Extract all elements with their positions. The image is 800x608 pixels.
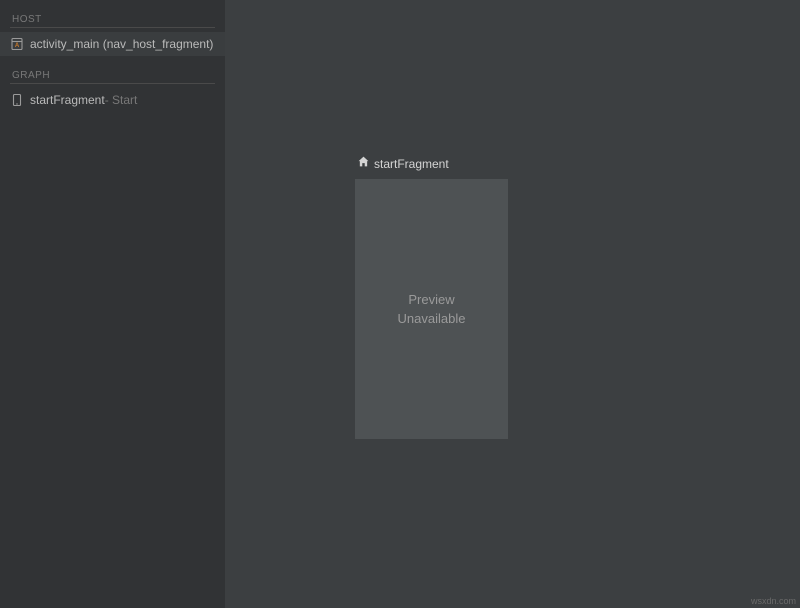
divider: [10, 27, 215, 28]
graph-item-startfragment[interactable]: startFragment - Start: [0, 88, 225, 112]
svg-text:A: A: [15, 43, 20, 49]
home-icon: [357, 155, 370, 173]
destination-startfragment[interactable]: startFragment Preview Unavailable: [355, 155, 508, 439]
graph-section-header: GRAPH: [0, 66, 225, 83]
phone-icon: [10, 93, 24, 107]
graph-item-label: startFragment: [30, 93, 105, 107]
destination-title: startFragment: [374, 157, 449, 171]
destination-header: startFragment: [355, 155, 508, 173]
sidebar: HOST A activity_main (nav_host_fragment)…: [0, 0, 225, 608]
preview-box: Preview Unavailable: [355, 179, 508, 439]
preview-line1: Preview: [408, 292, 454, 307]
host-item-activity-main[interactable]: A activity_main (nav_host_fragment): [0, 32, 225, 56]
navigation-canvas[interactable]: startFragment Preview Unavailable: [225, 0, 800, 608]
watermark: wsxdn.com: [751, 596, 796, 606]
host-item-label: activity_main (nav_host_fragment): [30, 37, 213, 51]
graph-item-suffix: - Start: [105, 93, 138, 107]
preview-line2: Unavailable: [398, 311, 466, 326]
host-section-header: HOST: [0, 10, 225, 27]
divider: [10, 83, 215, 84]
layout-icon: A: [10, 37, 24, 51]
preview-unavailable-text: Preview Unavailable: [398, 290, 466, 329]
